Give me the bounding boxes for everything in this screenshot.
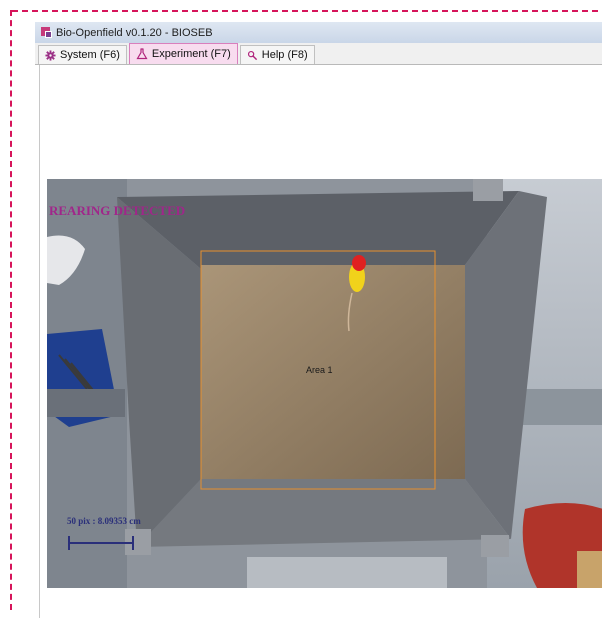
experiment-panel: Area 1 REARING DETECTED 50 pix : 8.09353…: [39, 65, 602, 618]
tab-system-label: System (F6): [60, 49, 120, 61]
flask-icon: [136, 48, 148, 60]
area-label: Area 1: [306, 365, 333, 375]
title-bar[interactable]: Bio-Openfield v0.1.20 - BIOSEB: [35, 22, 602, 43]
camera-frame: Area 1 REARING DETECTED 50 pix : 8.09353…: [47, 179, 602, 588]
gear-icon: [45, 49, 56, 61]
arena-floor: [201, 265, 465, 479]
app-window: Bio-Openfield v0.1.20 - BIOSEB System (F…: [35, 22, 602, 618]
selection-border-left: [10, 10, 12, 610]
mouse-head: [352, 255, 366, 271]
left-rail: [47, 389, 125, 417]
window-title: Bio-Openfield v0.1.20 - BIOSEB: [56, 26, 213, 39]
tab-help[interactable]: Help (F8): [239, 45, 315, 64]
tab-bar: System (F6) Experiment (F7) Help (F8): [35, 43, 602, 65]
tab-system[interactable]: System (F6): [38, 45, 127, 64]
scale-label: 50 pix : 8.09353 cm: [67, 516, 141, 526]
help-icon: [247, 50, 257, 60]
tab-experiment[interactable]: Experiment (F7): [128, 43, 238, 64]
cardboard: [577, 551, 602, 588]
camera-view[interactable]: Area 1 REARING DETECTED 50 pix : 8.09353…: [47, 179, 602, 588]
corner-post: [473, 179, 503, 201]
tab-help-label: Help (F8): [261, 49, 308, 61]
corner-post: [481, 535, 509, 557]
app-icon: [41, 27, 52, 38]
tab-experiment-label: Experiment (F7): [151, 48, 231, 60]
bottom-area: [40, 588, 602, 618]
selection-border-top: [12, 10, 598, 12]
keyboard: [247, 557, 447, 588]
rearing-status: REARING DETECTED: [49, 203, 185, 218]
